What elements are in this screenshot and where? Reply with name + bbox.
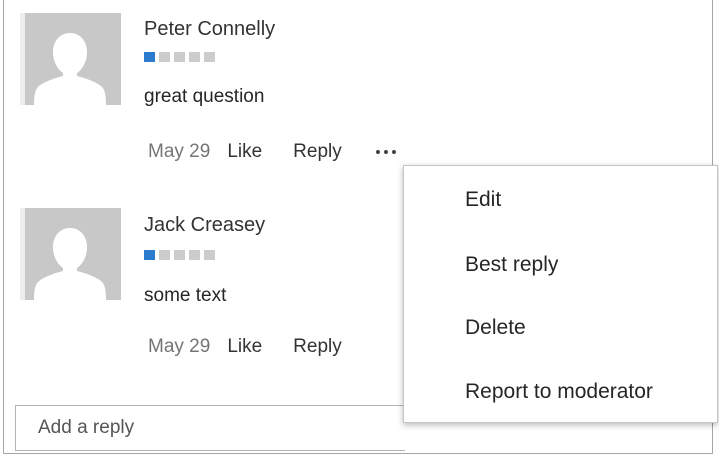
comment-text: great question — [144, 86, 265, 107]
person-silhouette-icon — [34, 33, 106, 105]
menu-item-edit[interactable]: Edit — [465, 188, 501, 212]
menu-item-best-reply[interactable]: Best reply — [465, 253, 558, 277]
rank-square — [189, 250, 200, 260]
ellipsis-icon[interactable] — [375, 142, 396, 162]
author-name[interactable]: Peter Connelly — [144, 18, 275, 41]
comment-actions: May 29 Like Reply — [148, 141, 396, 163]
rank-square — [159, 250, 170, 260]
post-date: May 29 — [148, 141, 211, 162]
more-options-menu: Edit Best reply Delete Report to moderat… — [403, 165, 718, 423]
like-button[interactable]: Like — [227, 141, 262, 163]
author-name[interactable]: Jack Creasey — [144, 214, 265, 237]
rank-indicator — [144, 250, 215, 260]
avatar[interactable] — [20, 13, 121, 105]
rank-square — [189, 52, 200, 62]
comment-actions: May 29 Like Reply — [148, 336, 372, 358]
rank-square — [174, 52, 185, 62]
rank-square — [174, 250, 185, 260]
rank-indicator — [144, 52, 215, 62]
person-silhouette-icon — [34, 228, 106, 300]
reply-button[interactable]: Reply — [293, 336, 342, 358]
menu-item-report-to-moderator[interactable]: Report to moderator — [465, 380, 653, 404]
rank-square — [144, 250, 155, 260]
rank-square — [204, 250, 215, 260]
rank-square — [159, 52, 170, 62]
rank-square — [144, 52, 155, 62]
avatar[interactable] — [20, 208, 121, 300]
rank-square — [204, 52, 215, 62]
add-reply-input[interactable] — [15, 405, 405, 451]
like-button[interactable]: Like — [227, 336, 262, 358]
post-date: May 29 — [148, 336, 211, 357]
menu-item-delete[interactable]: Delete — [465, 316, 526, 340]
reply-button[interactable]: Reply — [293, 141, 342, 163]
comment-text: some text — [144, 285, 227, 306]
